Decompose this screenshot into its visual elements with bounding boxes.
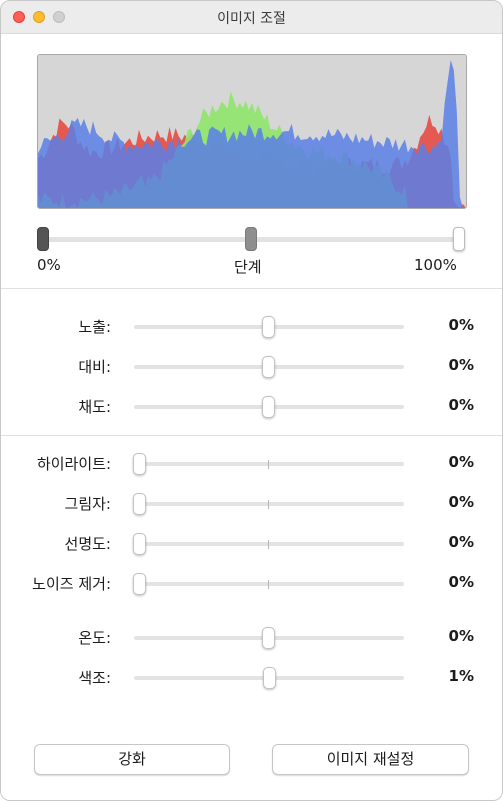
sharpness-slider-thumb[interactable]: [133, 533, 146, 555]
temperature-value: 0%: [448, 627, 474, 645]
tint-label: 색조:: [78, 669, 111, 687]
levels-max-label: 100%: [414, 256, 457, 274]
divider: [1, 435, 502, 436]
noise-reduction-label: 노이즈 제거:: [32, 575, 111, 593]
title-bar: 이미지 조절: [1, 1, 502, 34]
levels-min-label: 0%: [37, 256, 61, 274]
enhance-button[interactable]: 강화: [34, 744, 230, 775]
sharpness-label: 선명도:: [64, 535, 111, 553]
sharpness-slider-track[interactable]: [134, 542, 404, 546]
noise-reduction-slider-thumb[interactable]: [133, 573, 146, 595]
temperature-label: 온도:: [78, 629, 111, 647]
noise-reduction-value: 0%: [448, 573, 474, 591]
histogram-blue-channel: [38, 60, 466, 208]
highlights-center-tick: [268, 460, 269, 469]
highlights-slider-thumb[interactable]: [133, 453, 146, 475]
levels-black-point-handle[interactable]: [37, 227, 49, 251]
reset-image-button[interactable]: 이미지 재설정: [272, 744, 469, 775]
exposure-slider-thumb[interactable]: [262, 316, 275, 338]
contrast-label: 대비:: [78, 358, 111, 376]
saturation-slider-thumb[interactable]: [262, 396, 275, 418]
contrast-value: 0%: [448, 356, 474, 374]
histogram: [37, 54, 467, 209]
levels-title-label: 단계: [234, 258, 262, 276]
temperature-slider-thumb[interactable]: [262, 627, 275, 649]
shadows-slider-track[interactable]: [134, 502, 404, 506]
divider: [1, 288, 502, 289]
sharpness-value: 0%: [448, 533, 474, 551]
image-adjust-window: 이미지 조절 0% 단계 100% 노출: 0% 대비: 0% 채도: 0% 하…: [0, 0, 503, 801]
levels-midtone-handle[interactable]: [245, 227, 257, 251]
noise-reduction-slider-track[interactable]: [134, 582, 404, 586]
shadows-label: 그림자:: [64, 495, 111, 513]
highlights-value: 0%: [448, 453, 474, 471]
contrast-slider-thumb[interactable]: [262, 356, 275, 378]
adjust-panel: 0% 단계 100% 노출: 0% 대비: 0% 채도: 0% 하이라이트: 0…: [1, 34, 502, 800]
histogram-graph: [38, 60, 466, 208]
highlights-slider-track[interactable]: [134, 462, 404, 466]
tint-value: 1%: [448, 667, 474, 685]
sharpness-center-tick: [268, 540, 269, 549]
exposure-label: 노출:: [78, 318, 111, 336]
tint-slider-thumb[interactable]: [263, 667, 276, 689]
exposure-value: 0%: [448, 316, 474, 334]
window-title: 이미지 조절: [217, 11, 286, 27]
saturation-value: 0%: [448, 396, 474, 414]
noise-reduction-center-tick: [268, 580, 269, 589]
shadows-value: 0%: [448, 493, 474, 511]
highlights-label: 하이라이트:: [36, 455, 111, 473]
shadows-slider-thumb[interactable]: [133, 493, 146, 515]
shadows-center-tick: [268, 500, 269, 509]
levels-white-point-handle[interactable]: [453, 227, 465, 251]
saturation-label: 채도:: [78, 398, 111, 416]
